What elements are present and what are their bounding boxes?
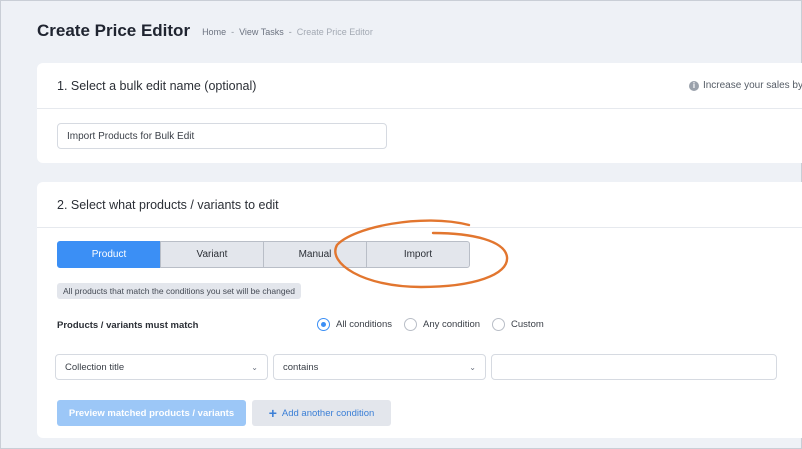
radio-button[interactable]	[403, 318, 417, 331]
breadcrumb: Home - View Tasks - Create Price Editor	[202, 25, 373, 37]
selection-mode-tabs: Product Variant Manual Import	[57, 241, 470, 268]
card-header: 1. Select a bulk edit name (optional)	[37, 63, 802, 109]
condition-value-input[interactable]	[491, 354, 777, 380]
bulk-edit-name-card: 1. Select a bulk edit name (optional) i …	[37, 63, 802, 163]
radio-label: All conditions	[336, 319, 392, 330]
condition-operator-select[interactable]: contains ⌄	[273, 354, 486, 380]
breadcrumb-home[interactable]: Home	[202, 27, 226, 37]
tab-product[interactable]: Product	[57, 241, 161, 268]
plus-icon: +	[268, 405, 277, 421]
radio-label: Custom	[511, 319, 544, 330]
radio-custom[interactable]: Custom	[492, 318, 544, 331]
breadcrumb-current: Create Price Editor	[296, 27, 373, 37]
page-header: Create Price Editor Home - View Tasks - …	[37, 21, 373, 41]
radio-any-condition[interactable]: Any condition	[403, 318, 481, 331]
radio-button[interactable]	[492, 318, 506, 331]
breadcrumb-separator: -	[288, 27, 292, 37]
match-label: Products / variants must match	[57, 320, 199, 331]
card-header: 2. Select what products / variants to ed…	[37, 182, 802, 228]
tab-variant[interactable]: Variant	[160, 241, 264, 268]
sales-hint[interactable]: i Increase your sales by	[688, 80, 802, 91]
section-title: 1. Select a bulk edit name (optional)	[57, 78, 257, 93]
add-condition-button[interactable]: + Add another condition	[252, 400, 391, 426]
tab-manual[interactable]: Manual	[263, 241, 367, 268]
select-value: Collection title	[65, 361, 125, 373]
breadcrumb-view-tasks[interactable]: View Tasks	[239, 27, 284, 37]
select-value: contains	[283, 361, 319, 373]
preview-matched-button[interactable]: Preview matched products / variants	[57, 400, 246, 426]
radio-button[interactable]	[317, 318, 330, 331]
section-title: 2. Select what products / variants to ed…	[57, 197, 279, 212]
radio-all-conditions[interactable]: All conditions	[317, 318, 392, 331]
select-products-card: 2. Select what products / variants to ed…	[37, 182, 802, 438]
tab-import[interactable]: Import	[366, 241, 470, 268]
breadcrumb-separator: -	[231, 27, 235, 37]
condition-field-select[interactable]: Collection title ⌄	[55, 354, 268, 380]
radio-label: Any condition	[422, 319, 481, 330]
bulk-edit-name-input[interactable]	[57, 123, 387, 149]
match-radio-group: All conditions Any condition Custom	[317, 318, 556, 331]
sales-hint-text: Increase your sales by	[702, 80, 802, 91]
chevron-down-icon: ⌄	[469, 362, 476, 372]
conditions-note: All products that match the conditions y…	[57, 283, 301, 299]
chevron-down-icon: ⌄	[251, 362, 258, 372]
add-condition-label: Add another condition	[281, 407, 375, 419]
info-icon: i	[688, 80, 699, 91]
page-title: Create Price Editor	[37, 21, 191, 40]
